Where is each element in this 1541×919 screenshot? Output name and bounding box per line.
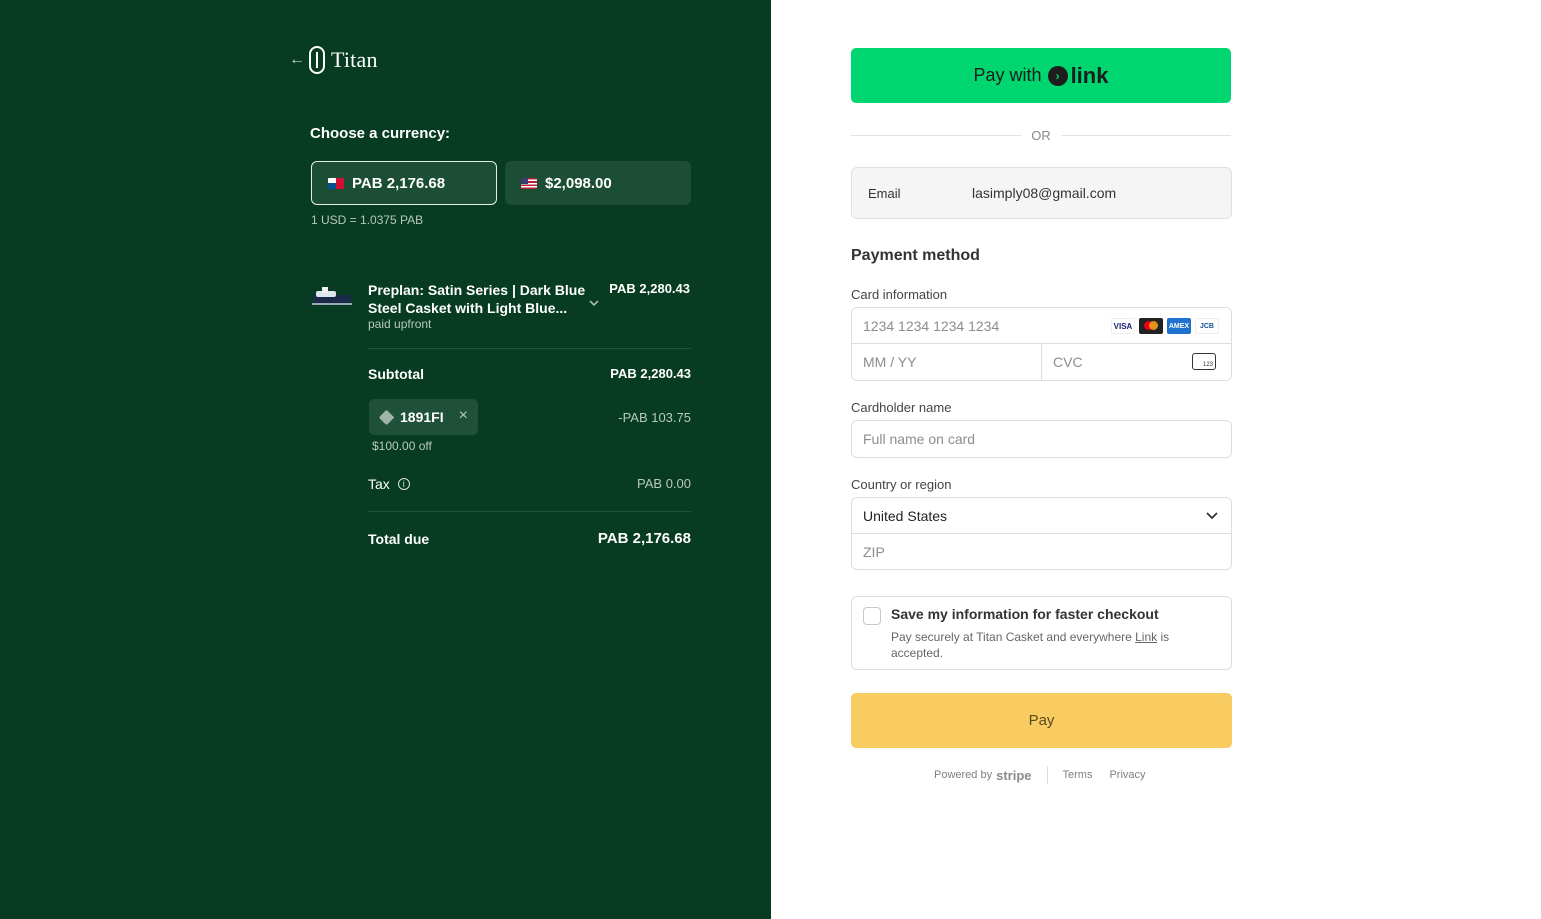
pay-button[interactable]: Pay [851,693,1232,748]
expiry-input[interactable]: MM / YY [852,344,1042,380]
or-divider: OR [851,126,1231,144]
card-info-group: 1234 1234 1234 1234 VISA AMEX JCB MM / Y… [851,307,1232,381]
cvc-card-icon: 123 [1192,353,1216,370]
currency-option-pab[interactable]: PAB 2,176.68 [311,161,497,205]
pay-with-link-button[interactable]: Pay with › link [851,48,1231,103]
address-group: United States ZIP [851,497,1232,570]
subtotal-value: PAB 2,280.43 [610,366,691,381]
country-label: Country or region [851,477,952,492]
tag-icon [378,409,395,425]
email-value: lasimply08@gmail.com [972,185,1117,201]
total-value: PAB 2,176.68 [597,530,691,547]
expiry-placeholder: MM / YY [863,354,917,370]
tax-row: Tax i [368,476,410,492]
discount-value: -PAB 103.75 [618,410,691,425]
order-summary-panel: ← Titan Choose a currency: PAB 2,176.68 … [0,0,771,919]
link-label: link [1070,62,1109,88]
zip-input[interactable]: ZIP [852,534,1231,570]
pay-with-label: Pay with [973,65,1042,85]
link-arrow-icon: › [1047,65,1068,86]
payment-method-title: Payment method [851,247,980,264]
divider [368,348,691,349]
subtotal-label: Subtotal [368,366,424,382]
privacy-link[interactable]: Privacy [1109,769,1145,781]
total-label: Total due [368,531,430,547]
cvc-placeholder: CVC [1053,354,1083,370]
save-info-box: Save my information for faster checkout … [851,596,1232,670]
card-number-placeholder: 1234 1234 1234 1234 [863,317,1000,334]
cardholder-placeholder: Full name on card [863,431,976,447]
item-title: Preplan: Satin Series | Dark Blue Steel … [368,282,586,316]
close-icon[interactable]: × [459,407,468,425]
titan-logo-icon [309,46,325,74]
tax-value: PAB 0.00 [637,476,691,491]
link-anchor[interactable]: Link [1135,630,1157,644]
product-thumbnail [312,287,352,305]
save-info-checkbox[interactable] [863,607,881,625]
save-info-description: Pay securely at Titan Casket and everywh… [891,630,1170,660]
or-label: OR [1031,127,1051,143]
visa-icon: VISA [1111,318,1135,334]
divider [368,511,691,512]
cardholder-input[interactable]: Full name on card [851,420,1232,458]
payment-panel: Pay with › link OR Email lasimply08@gmai… [771,0,1541,919]
footer: Powered by stripe Terms Privacy [934,766,1163,784]
promo-code: 1891FI [400,409,444,425]
mastercard-icon [1139,318,1163,334]
jcb-icon: JCB [1195,318,1219,334]
powered-by-label: Powered by [934,769,993,781]
card-info-label: Card information [851,287,948,302]
panama-flag-icon [328,177,344,189]
email-field[interactable]: Email lasimply08@gmail.com [851,167,1232,219]
card-brand-icons: VISA AMEX JCB [1111,318,1219,334]
stripe-logo[interactable]: stripe [996,768,1031,783]
country-select[interactable]: United States [852,498,1231,534]
amex-icon: AMEX [1167,318,1191,334]
card-number-input[interactable]: 1234 1234 1234 1234 VISA AMEX JCB [852,308,1231,344]
link-logo: › link [1047,62,1109,89]
us-flag-icon [521,177,537,189]
arrow-left-icon[interactable]: ← [289,51,305,69]
exchange-rate: 1 USD = 1.0375 PAB [311,213,424,227]
currency-title: Choose a currency: [310,125,451,142]
email-label: Email [868,185,901,201]
tax-label: Tax [368,476,390,492]
info-icon[interactable]: i [397,478,410,490]
cardholder-label: Cardholder name [851,400,952,415]
promo-discount-note: $100.00 off [372,439,432,453]
save-info-title: Save my information for faster checkout [891,606,1159,622]
chevron-down-icon [1206,512,1218,520]
zip-placeholder: ZIP [863,544,885,560]
brand-name: Titan [331,47,378,72]
brand-header: ← Titan [289,46,378,74]
item-subtitle: paid upfront [368,317,432,331]
currency-option-usd[interactable]: $2,098.00 [505,161,691,205]
chevron-down-icon[interactable] [588,297,600,312]
promo-code-chip: 1891FI × [369,399,478,435]
currency-option-label: PAB 2,176.68 [352,174,446,192]
currency-option-label: $2,098.00 [545,174,612,192]
item-price: PAB 2,280.43 [609,281,690,296]
cvc-input[interactable]: CVC 123 [1042,344,1231,380]
country-value: United States [863,507,948,524]
terms-link[interactable]: Terms [1063,769,1093,781]
